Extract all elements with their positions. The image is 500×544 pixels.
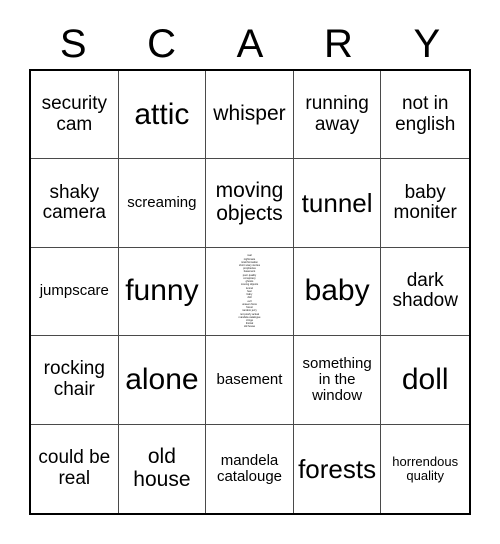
bingo-cell[interactable]: basement: [206, 336, 294, 425]
bingo-cell[interactable]: not in english: [381, 71, 469, 160]
header-letter-4: Y: [413, 21, 441, 66]
bingo-cell-label: security cam: [41, 93, 108, 135]
bingo-header: S C A R Y: [29, 18, 471, 69]
bingo-cell[interactable]: real nightmare misinformation short scar…: [206, 247, 294, 337]
bingo-cell-label: running away: [305, 93, 369, 135]
bingo-cell-label: real nightmare misinformation short scar…: [238, 254, 261, 329]
bingo-cell-label: screaming: [127, 194, 197, 211]
bingo-cell-label: baby: [304, 274, 370, 308]
bingo-cell-label: doll: [401, 362, 449, 396]
bingo-cell[interactable]: rocking chair: [31, 336, 119, 425]
bingo-cell[interactable]: moving objects: [206, 159, 294, 248]
bingo-cell[interactable]: shaky camera: [31, 159, 119, 248]
bingo-cell-label: moving objects: [215, 179, 284, 226]
bingo-cell-label: whisper: [213, 102, 286, 126]
bingo-cell-label: something in the window: [302, 354, 372, 404]
bingo-grid: security cam attic whisper running away not …: [29, 69, 471, 515]
bingo-cell-label: mandela catalouge: [216, 451, 283, 485]
bingo-cell[interactable]: could be real: [31, 424, 119, 513]
bingo-cell-label: forests: [298, 453, 377, 484]
bingo-cell[interactable]: dark shadow: [381, 247, 469, 337]
bingo-cell-label: jumpscare: [39, 282, 109, 300]
bingo-cell-label: baby moniter: [393, 181, 457, 224]
bingo-cell[interactable]: whisper: [206, 71, 294, 160]
bingo-cell[interactable]: jumpscare: [31, 247, 119, 337]
bingo-cell[interactable]: attic: [118, 71, 207, 160]
bingo-cell-label: shaky camera: [42, 181, 106, 224]
bingo-cell[interactable]: old house: [118, 424, 207, 513]
bingo-cell-label: old house: [133, 445, 191, 491]
bingo-cell-label: funny: [125, 274, 199, 308]
bingo-cell-label: attic: [134, 97, 190, 131]
bingo-cell[interactable]: baby moniter: [381, 159, 469, 248]
bingo-cell-label: rocking chair: [43, 358, 105, 400]
bingo-cell-label: not in english: [395, 93, 456, 135]
bingo-cell[interactable]: security cam: [31, 71, 119, 160]
bingo-cell[interactable]: alone: [118, 336, 207, 425]
bingo-cell[interactable]: something in the window: [293, 336, 382, 425]
bingo-cell[interactable]: forests: [293, 424, 382, 513]
bingo-card: S C A R Y security cam attic whisper runnin…: [0, 0, 500, 544]
bingo-cell-label: dark shadow: [392, 269, 458, 312]
header-letter-2: A: [236, 21, 264, 66]
bingo-cell-label: alone: [125, 362, 199, 396]
bingo-cell-label: horrendous quality: [392, 453, 459, 483]
header-letter-3: R: [323, 21, 353, 66]
bingo-cell-label: basement: [216, 370, 283, 388]
header-letter-1: C: [147, 21, 177, 66]
bingo-cell-label: tunnel: [301, 188, 373, 219]
bingo-cell[interactable]: running away: [293, 71, 382, 160]
bingo-cell-label: could be real: [38, 447, 111, 489]
bingo-cell[interactable]: funny: [118, 247, 207, 337]
header-letter-0: S: [59, 21, 87, 66]
bingo-cell[interactable]: baby: [293, 247, 382, 337]
bingo-cell[interactable]: doll: [381, 336, 469, 425]
bingo-cell[interactable]: tunnel: [293, 159, 382, 248]
bingo-cell[interactable]: screaming: [118, 159, 207, 248]
bingo-cell[interactable]: horrendous quality: [381, 424, 469, 513]
bingo-cell[interactable]: mandela catalouge: [206, 424, 294, 513]
